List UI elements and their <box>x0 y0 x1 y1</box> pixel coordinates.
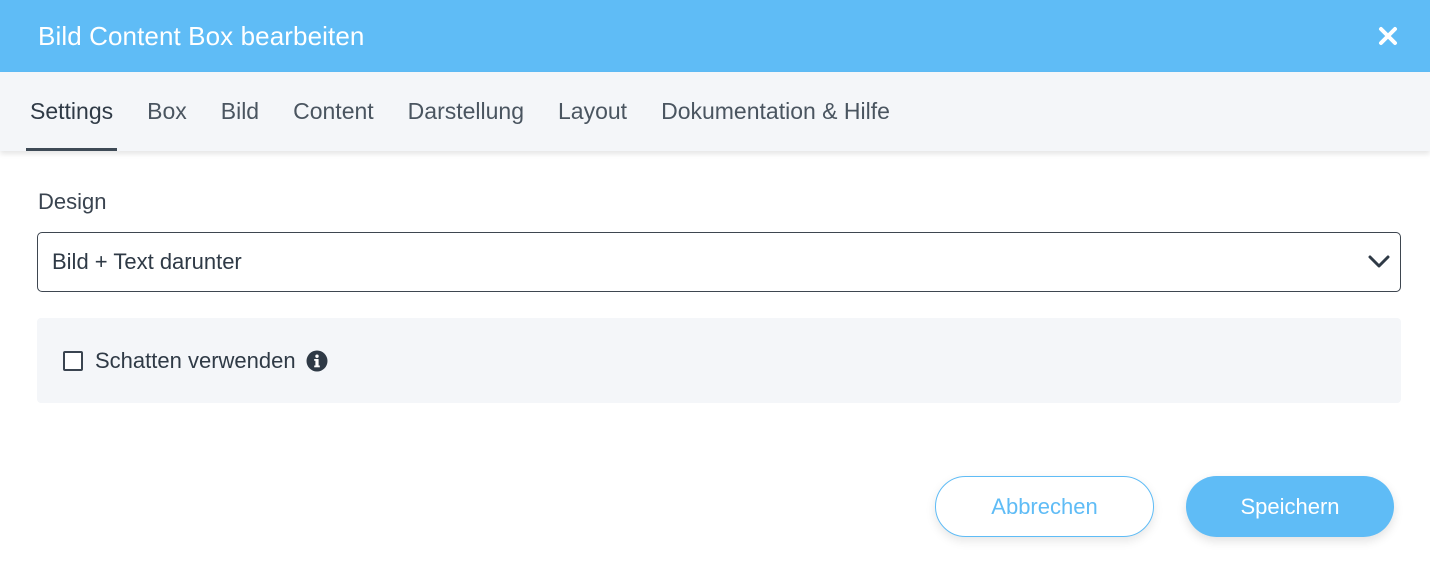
dialog-header: Bild Content Box bearbeiten <box>0 0 1430 72</box>
tab-content[interactable]: Content <box>289 72 378 151</box>
design-selected-value: Bild + Text darunter <box>52 249 242 274</box>
dialog-title: Bild Content Box bearbeiten <box>38 20 365 51</box>
save-button[interactable]: Speichern <box>1186 476 1394 537</box>
close-button[interactable] <box>1374 22 1402 50</box>
shadow-option-panel: Schatten verwenden <box>37 318 1401 403</box>
tab-layout[interactable]: Layout <box>554 72 631 151</box>
tab-box[interactable]: Box <box>143 72 191 151</box>
tab-bild[interactable]: Bild <box>217 72 263 151</box>
tab-darstellung[interactable]: Darstellung <box>404 72 528 151</box>
cancel-button[interactable]: Abbrechen <box>935 476 1154 537</box>
design-label: Design <box>38 189 107 214</box>
design-select[interactable]: Bild + Text darunter <box>37 232 1401 292</box>
info-icon[interactable] <box>306 350 328 372</box>
edit-dialog: Bild Content Box bearbeiten Settings Box… <box>0 0 1430 574</box>
chevron-down-icon <box>1368 255 1390 268</box>
shadow-checkbox[interactable] <box>63 350 83 371</box>
tab-bar: Settings Box Bild Content Darstellung La… <box>0 72 1430 151</box>
settings-content: Design Bild + Text darunter Schatten ver… <box>0 151 1430 403</box>
tab-dokumentation-hilfe[interactable]: Dokumentation & Hilfe <box>657 72 894 151</box>
close-icon <box>1379 27 1397 45</box>
dialog-footer: Abbrechen Speichern <box>935 476 1394 537</box>
tab-settings[interactable]: Settings <box>26 72 118 151</box>
shadow-checkbox-label[interactable]: Schatten verwenden <box>95 348 296 374</box>
